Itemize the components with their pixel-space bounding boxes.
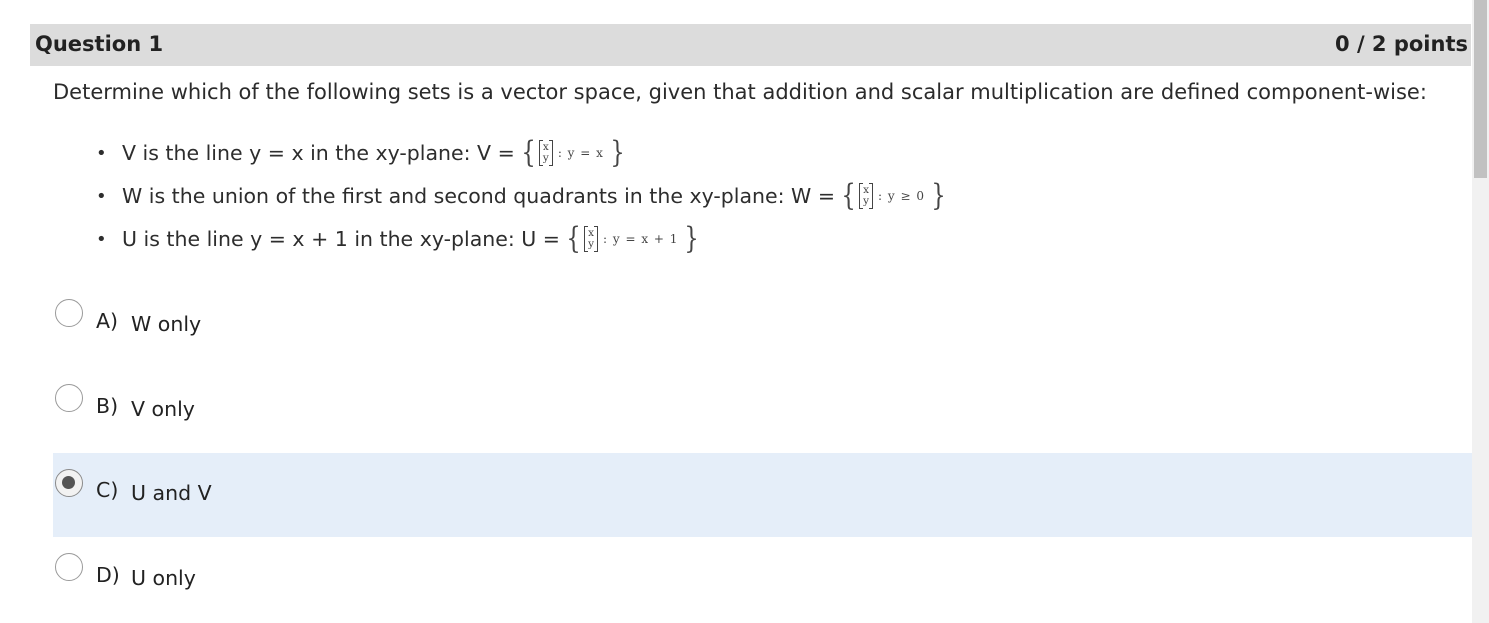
option-label: U only bbox=[131, 566, 196, 590]
question-prompt: Determine which of the following sets is… bbox=[53, 80, 1427, 104]
option-letter: C) bbox=[96, 478, 119, 502]
column-vector: x y bbox=[584, 226, 599, 252]
close-brace: } bbox=[931, 178, 946, 213]
list-item-w: • W is the union of the first and second… bbox=[96, 181, 948, 211]
question-title: Question 1 bbox=[35, 32, 164, 56]
bullet-icon: • bbox=[96, 228, 107, 250]
option-letter: B) bbox=[96, 394, 119, 418]
option-label: U and V bbox=[131, 481, 212, 505]
close-brace: } bbox=[610, 135, 625, 170]
radio-button-selected[interactable] bbox=[55, 469, 83, 497]
vector-y: y bbox=[588, 238, 595, 250]
option-letter: A) bbox=[96, 309, 119, 333]
bullet-icon: • bbox=[96, 185, 107, 207]
set-condition: : y = x + 1 bbox=[603, 232, 679, 246]
open-brace: { bbox=[841, 178, 856, 213]
option-label: V only bbox=[131, 397, 195, 421]
list-item-u: • U is the line y = x + 1 in the xy-plan… bbox=[96, 224, 702, 254]
bullet-text: U is the line y = x + 1 in the xy-plane:… bbox=[122, 227, 560, 251]
option-letter: D) bbox=[96, 563, 120, 587]
column-vector: x y bbox=[859, 183, 874, 209]
vector-y: y bbox=[863, 195, 870, 207]
bullet-icon: • bbox=[96, 142, 107, 164]
open-brace: { bbox=[521, 135, 536, 170]
answer-option-a[interactable]: A) W only bbox=[53, 284, 1472, 368]
vector-y: y bbox=[542, 152, 549, 164]
scrollbar-thumb[interactable] bbox=[1474, 0, 1487, 178]
radio-button[interactable] bbox=[55, 384, 83, 412]
set-notation-u: { x y : y = x + 1 } bbox=[564, 224, 702, 254]
bullet-text: W is the union of the first and second q… bbox=[122, 184, 836, 208]
radio-button[interactable] bbox=[55, 299, 83, 327]
list-item-v: • V is the line y = x in the xy-plane: V… bbox=[96, 138, 627, 168]
answer-option-d[interactable]: D) U only bbox=[53, 538, 1472, 622]
set-condition: : y = x bbox=[557, 146, 604, 160]
option-label: W only bbox=[131, 312, 202, 336]
radio-dot-icon bbox=[62, 476, 75, 489]
open-brace: { bbox=[566, 221, 581, 256]
answer-option-b[interactable]: B) V only bbox=[53, 369, 1472, 453]
radio-button[interactable] bbox=[55, 553, 83, 581]
question-header: Question 1 0 / 2 points bbox=[30, 24, 1471, 66]
set-condition: : y ≥ 0 bbox=[878, 189, 926, 203]
set-notation-v: { x y : y = x } bbox=[519, 138, 627, 168]
bullet-text: V is the line y = x in the xy-plane: V = bbox=[122, 141, 515, 165]
close-brace: } bbox=[684, 221, 700, 256]
vertical-scrollbar[interactable] bbox=[1472, 0, 1489, 623]
question-points: 0 / 2 points bbox=[1335, 32, 1468, 56]
set-notation-w: { x y : y ≥ 0 } bbox=[839, 181, 948, 211]
answer-option-c[interactable]: C) U and V bbox=[53, 453, 1472, 537]
column-vector: x y bbox=[538, 140, 553, 166]
